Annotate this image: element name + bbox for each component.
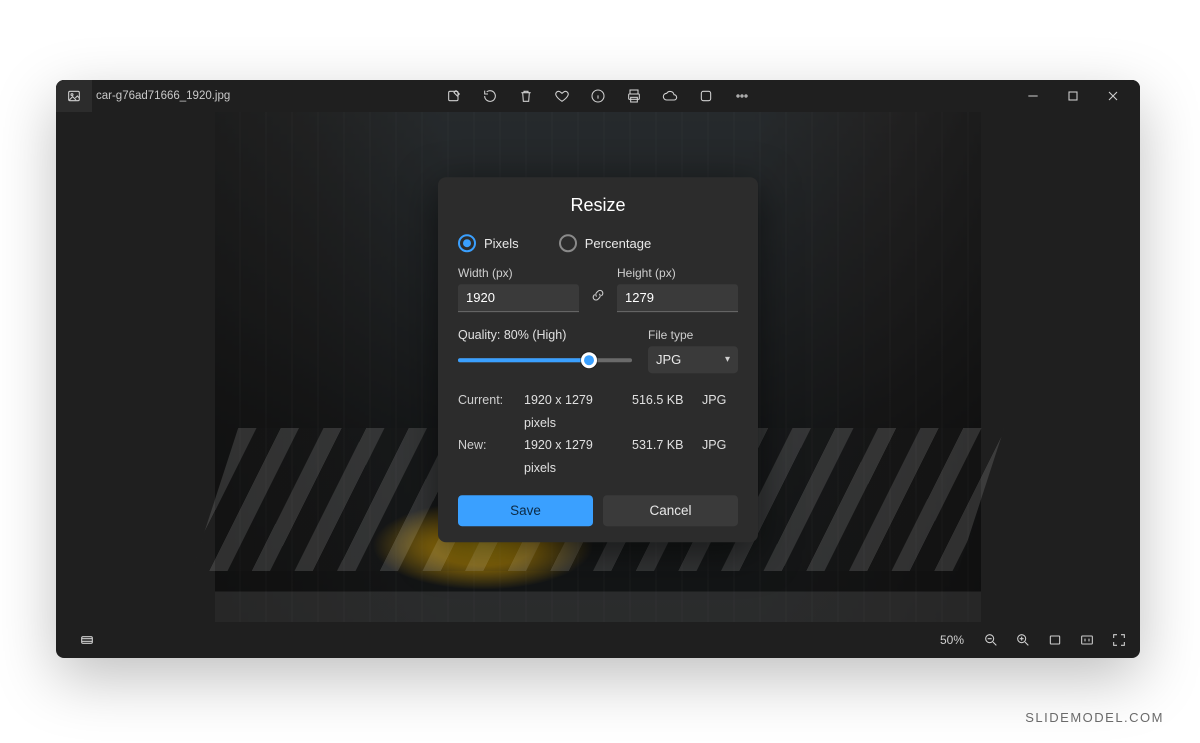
radio-percentage-label: Percentage xyxy=(585,236,652,251)
size-info: Current: 1920 x 1279 pixels 516.5 KB JPG… xyxy=(458,389,738,479)
filetype-select[interactable]: JPG ▾ xyxy=(648,346,738,373)
window-controls xyxy=(1018,80,1136,112)
rotate-icon[interactable] xyxy=(480,86,500,106)
maximize-button[interactable] xyxy=(1058,86,1088,106)
height-input[interactable] xyxy=(617,284,738,312)
top-toolbar xyxy=(444,86,752,106)
cancel-button[interactable]: Cancel xyxy=(603,495,738,526)
fit-icon[interactable] xyxy=(1044,629,1066,651)
save-button[interactable]: Save xyxy=(458,495,593,526)
radio-dot-icon xyxy=(458,234,476,252)
watermark: SLIDEMODEL.COM xyxy=(1025,710,1164,725)
fullscreen-icon[interactable] xyxy=(1108,629,1130,651)
image-viewport: Resize Pixels Percentage Width (px) xyxy=(56,112,1140,622)
app-icon[interactable] xyxy=(56,80,92,112)
quality-slider[interactable] xyxy=(458,352,632,368)
width-field: Width (px) xyxy=(458,266,579,312)
slider-thumb[interactable] xyxy=(581,352,597,368)
current-key: Current: xyxy=(458,389,516,434)
more-icon[interactable] xyxy=(732,86,752,106)
actual-size-icon[interactable] xyxy=(1076,629,1098,651)
height-field: Height (px) xyxy=(617,266,738,312)
radio-pixels-label: Pixels xyxy=(484,236,519,251)
filename-label: car-g76ad71666_1920.jpg xyxy=(96,90,230,102)
width-label: Width (px) xyxy=(458,266,579,280)
onedrive-icon[interactable] xyxy=(660,86,680,106)
zoom-in-icon[interactable] xyxy=(1012,629,1034,651)
current-size: 516.5 KB xyxy=(632,389,694,434)
new-key: New: xyxy=(458,434,516,479)
height-label: Height (px) xyxy=(617,266,738,280)
new-size: 531.7 KB xyxy=(632,434,694,479)
filetype-value: JPG xyxy=(656,352,681,367)
filetype-label: File type xyxy=(648,328,738,342)
radio-percentage[interactable]: Percentage xyxy=(559,234,652,252)
link-aspect-icon[interactable] xyxy=(587,284,609,306)
delete-icon[interactable] xyxy=(516,86,536,106)
dialog-title: Resize xyxy=(458,195,738,216)
close-button[interactable] xyxy=(1098,86,1128,106)
new-format: JPG xyxy=(702,434,738,479)
filmstrip-icon[interactable] xyxy=(76,629,98,651)
current-format: JPG xyxy=(702,389,738,434)
bottom-bar: 50% xyxy=(56,622,1140,658)
quality-label: Quality: 80% (High) xyxy=(458,328,632,342)
radio-dot-icon xyxy=(559,234,577,252)
titlebar: car-g76ad71666_1920.jpg xyxy=(56,80,1140,112)
zoom-value: 50% xyxy=(940,633,964,647)
zoom-out-icon[interactable] xyxy=(980,629,1002,651)
minimize-button[interactable] xyxy=(1018,86,1048,106)
new-dims: 1920 x 1279 pixels xyxy=(524,434,624,479)
chevron-down-icon: ▾ xyxy=(725,354,730,365)
width-input[interactable] xyxy=(458,284,579,312)
photos-app-window: car-g76ad71666_1920.jpg Resize xyxy=(56,80,1140,658)
resize-dialog: Resize Pixels Percentage Width (px) xyxy=(438,177,758,542)
clipchamp-icon[interactable] xyxy=(696,86,716,106)
current-dims: 1920 x 1279 pixels xyxy=(524,389,624,434)
info-icon[interactable] xyxy=(588,86,608,106)
radio-pixels[interactable]: Pixels xyxy=(458,234,519,252)
favorite-icon[interactable] xyxy=(552,86,572,106)
edit-icon[interactable] xyxy=(444,86,464,106)
print-icon[interactable] xyxy=(624,86,644,106)
